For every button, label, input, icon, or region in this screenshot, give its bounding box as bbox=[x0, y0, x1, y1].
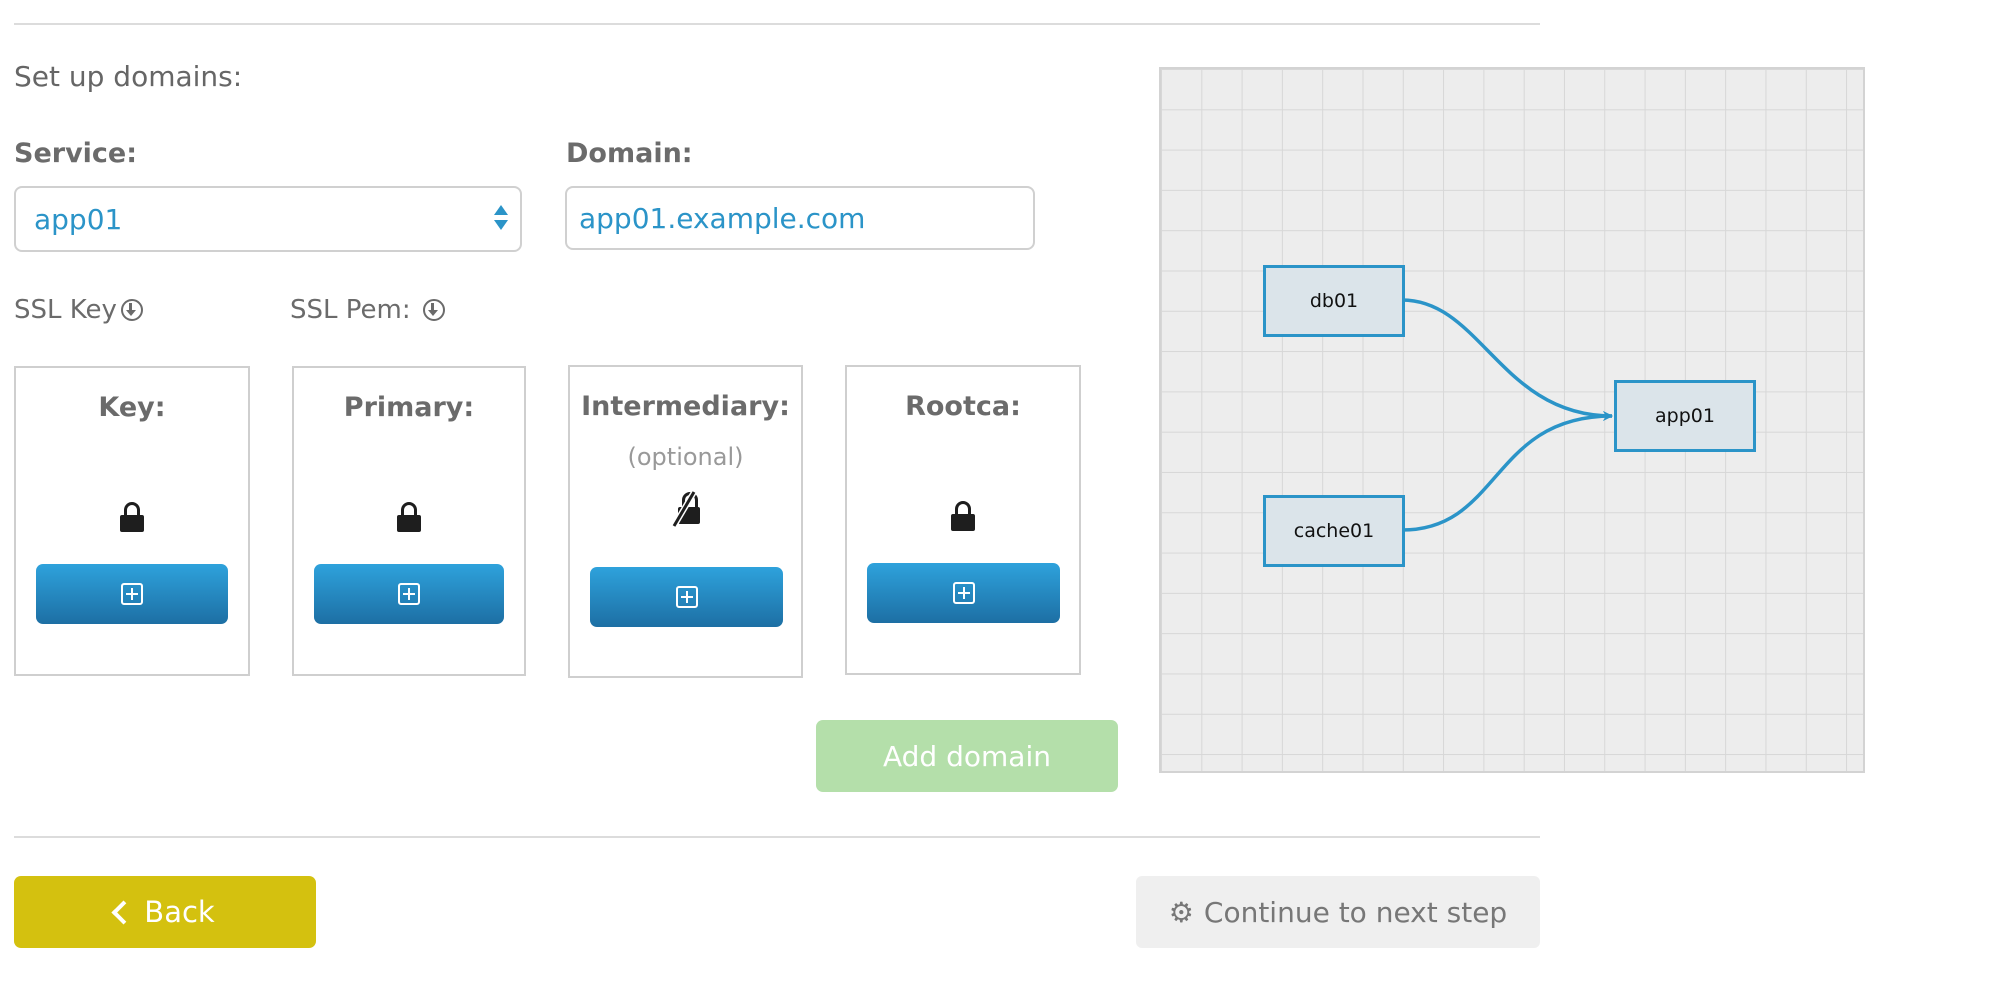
card-subtitle: (optional) bbox=[627, 443, 744, 471]
card-title: Key: bbox=[98, 392, 166, 423]
add-rootca-button[interactable] bbox=[867, 563, 1060, 623]
ssl-intermediary-card: Intermediary: (optional) bbox=[568, 365, 803, 678]
card-title: Primary: bbox=[343, 392, 475, 423]
topology-links bbox=[1401, 298, 1613, 532]
chevron-left-icon bbox=[111, 899, 136, 925]
lock-icon bbox=[951, 501, 975, 531]
plus-square-icon bbox=[398, 583, 420, 605]
ssl-key-text: SSL Key bbox=[14, 295, 117, 325]
select-arrows-icon bbox=[494, 205, 508, 230]
node-app01[interactable]: app01 bbox=[1614, 380, 1756, 452]
add-primary-button[interactable] bbox=[314, 564, 504, 624]
continue-button-label: Continue to next step bbox=[1203, 895, 1508, 929]
lock-icon bbox=[397, 502, 421, 532]
download-icon[interactable] bbox=[422, 299, 445, 321]
continue-button[interactable]: ⚙ Continue to next step bbox=[1136, 876, 1540, 948]
top-divider bbox=[14, 23, 1540, 25]
service-label: Service: bbox=[14, 138, 138, 169]
card-title: Rootca: bbox=[905, 391, 1021, 422]
add-key-button[interactable] bbox=[36, 564, 228, 624]
add-intermediary-button[interactable] bbox=[590, 567, 783, 627]
ssl-primary-card: Primary: bbox=[292, 366, 526, 676]
download-icon[interactable] bbox=[120, 299, 143, 321]
section-title: Set up domains: bbox=[14, 60, 243, 93]
service-select-value: app01 bbox=[34, 203, 123, 236]
plus-square-icon bbox=[121, 583, 143, 605]
domain-label: Domain: bbox=[566, 138, 693, 169]
unlocked-slash-icon bbox=[670, 490, 700, 528]
lock-icon bbox=[120, 502, 144, 532]
back-button[interactable]: Back bbox=[14, 876, 316, 948]
bottom-divider bbox=[14, 836, 1540, 838]
gear-icon: ⚙ bbox=[1168, 895, 1194, 929]
ssl-pem-text: SSL Pem: bbox=[290, 295, 411, 325]
back-button-label: Back bbox=[144, 895, 215, 929]
ssl-pem-label: SSL Pem: bbox=[290, 295, 445, 325]
ssl-key-label: SSL Key bbox=[14, 295, 143, 325]
add-domain-button[interactable]: Add domain bbox=[816, 720, 1118, 792]
node-cache01[interactable]: cache01 bbox=[1263, 495, 1405, 567]
domain-input[interactable] bbox=[565, 186, 1035, 250]
node-db01[interactable]: db01 bbox=[1263, 265, 1405, 337]
ssl-key-card: Key: bbox=[14, 366, 250, 676]
plus-square-icon bbox=[952, 582, 975, 604]
link-cache01-app01 bbox=[1401, 411, 1613, 532]
link-db01-app01 bbox=[1401, 298, 1613, 421]
topology-canvas[interactable]: db01 app01 cache01 bbox=[1159, 67, 1865, 773]
plus-square-icon bbox=[675, 586, 698, 608]
ssl-rootca-card: Rootca: bbox=[845, 365, 1081, 675]
card-title: Intermediary: bbox=[581, 391, 790, 422]
service-select[interactable]: app01 bbox=[14, 186, 522, 252]
